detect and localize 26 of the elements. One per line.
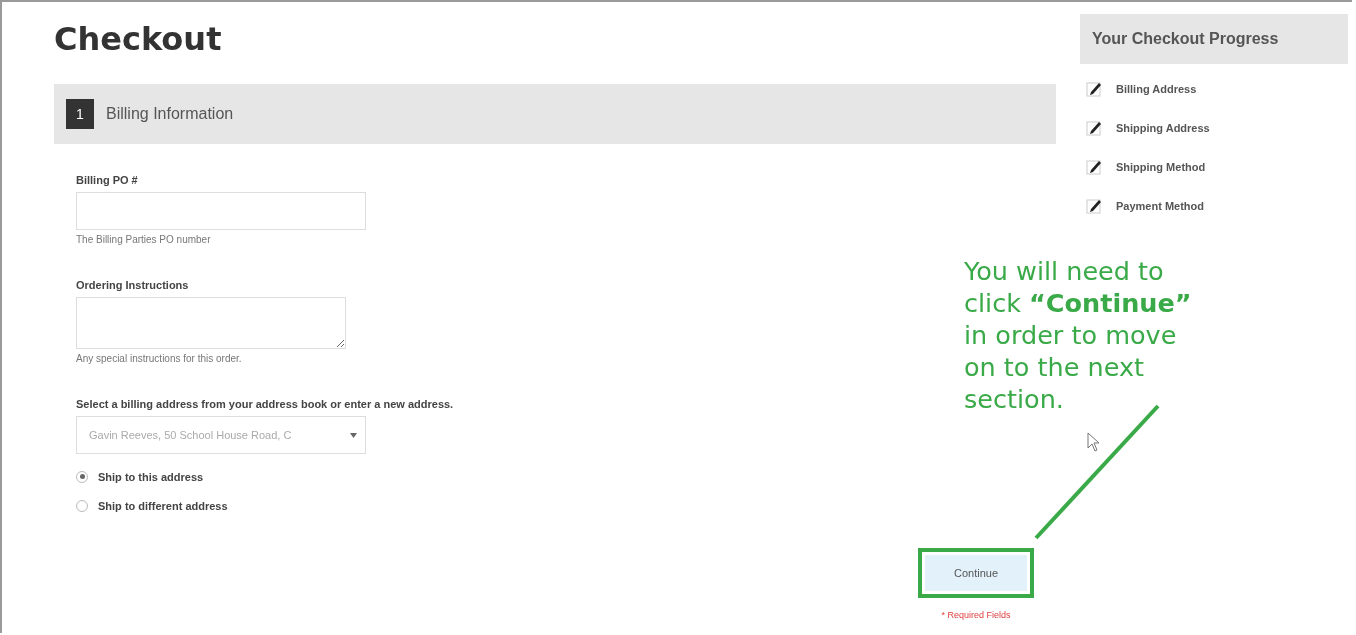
- radio-label: Ship to this address: [98, 470, 204, 483]
- field-hint: Any special instructions for this order.: [76, 353, 242, 364]
- radio-label: Ship to different address: [98, 499, 228, 512]
- progress-item: Billing Address: [1116, 83, 1197, 95]
- edit-icon: [1086, 80, 1104, 98]
- progress-item: Payment Method: [1116, 200, 1204, 212]
- cursor-icon: [1087, 432, 1101, 452]
- step-number: 1: [66, 99, 94, 129]
- caret-icon: [350, 432, 357, 438]
- page-title: Checkout: [54, 20, 223, 58]
- input-field[interactable]: [76, 192, 366, 230]
- progress-item: Shipping Method: [1116, 161, 1206, 173]
- step-label: Billing Information: [106, 105, 234, 123]
- progress-header: Your Checkout Progress: [1080, 14, 1348, 64]
- required-note: * Required Fields: [941, 610, 1011, 620]
- edit-icon: [1086, 197, 1104, 215]
- field-label: Select a billing address from your address book or enter a new address.: [76, 398, 454, 410]
- edit-icon: [1086, 119, 1104, 137]
- continue-button[interactable]: Continue: [925, 555, 1027, 591]
- field-label: Billing PO #: [76, 174, 138, 186]
- edit-icon: [1086, 158, 1104, 176]
- field-label: Ordering Instructions: [76, 279, 189, 291]
- input-field[interactable]: [76, 297, 346, 349]
- field-hint: The Billing Parties PO number: [76, 234, 211, 245]
- progress-item: Shipping Address: [1116, 122, 1210, 134]
- annotation-text: You will need to click “Continue” in order to move on to the next section.: [964, 255, 1193, 415]
